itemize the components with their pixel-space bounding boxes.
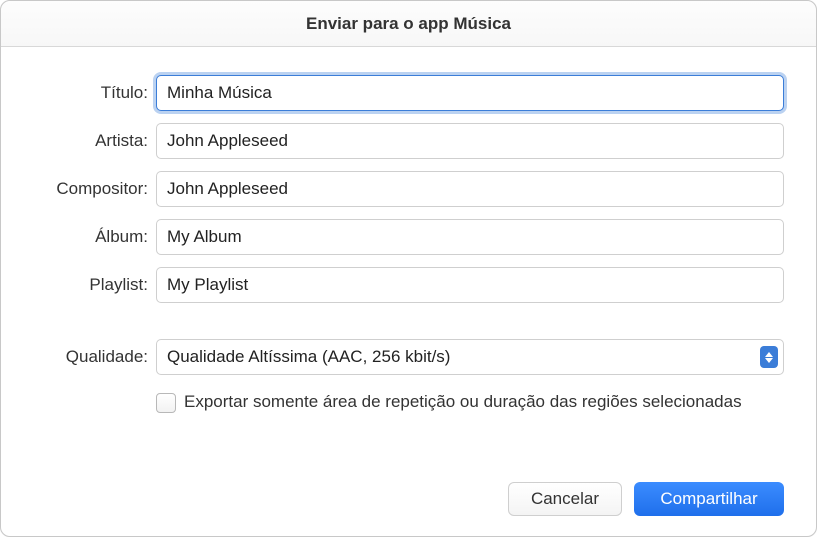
cancel-button-label: Cancelar — [531, 489, 599, 509]
share-button[interactable]: Compartilhar — [634, 482, 784, 516]
export-checkbox[interactable] — [156, 393, 176, 413]
album-input[interactable] — [156, 219, 784, 255]
album-label: Álbum: — [33, 227, 148, 247]
button-row: Cancelar Compartilhar — [33, 462, 784, 516]
playlist-label: Playlist: — [33, 275, 148, 295]
dialog-content: Título: Artista: Compositor: Álbum: Play… — [1, 47, 816, 536]
composer-input[interactable] — [156, 171, 784, 207]
export-checkbox-row: Exportar somente área de repetição ou du… — [156, 391, 784, 414]
form-rows: Título: Artista: Compositor: Álbum: Play… — [33, 75, 784, 375]
artist-input[interactable] — [156, 123, 784, 159]
share-button-label: Compartilhar — [660, 489, 757, 509]
title-row: Título: — [33, 75, 784, 111]
album-row: Álbum: — [33, 219, 784, 255]
quality-label: Qualidade: — [33, 347, 148, 367]
artist-row: Artista: — [33, 123, 784, 159]
artist-label: Artista: — [33, 131, 148, 151]
composer-row: Compositor: — [33, 171, 784, 207]
cancel-button[interactable]: Cancelar — [508, 482, 622, 516]
dialog-titlebar: Enviar para o app Música — [1, 1, 816, 47]
quality-select-value: Qualidade Altíssima (AAC, 256 kbit/s) — [156, 339, 784, 375]
export-checkbox-label: Exportar somente área de repetição ou du… — [184, 391, 742, 414]
updown-icon — [760, 346, 778, 368]
title-label: Título: — [33, 83, 148, 103]
quality-row: Qualidade: Qualidade Altíssima (AAC, 256… — [33, 339, 784, 375]
quality-select[interactable]: Qualidade Altíssima (AAC, 256 kbit/s) — [156, 339, 784, 375]
title-input[interactable] — [156, 75, 784, 111]
dialog-title: Enviar para o app Música — [306, 14, 511, 34]
export-dialog: Enviar para o app Música Título: Artista… — [0, 0, 817, 537]
playlist-row: Playlist: — [33, 267, 784, 303]
composer-label: Compositor: — [33, 179, 148, 199]
playlist-input[interactable] — [156, 267, 784, 303]
